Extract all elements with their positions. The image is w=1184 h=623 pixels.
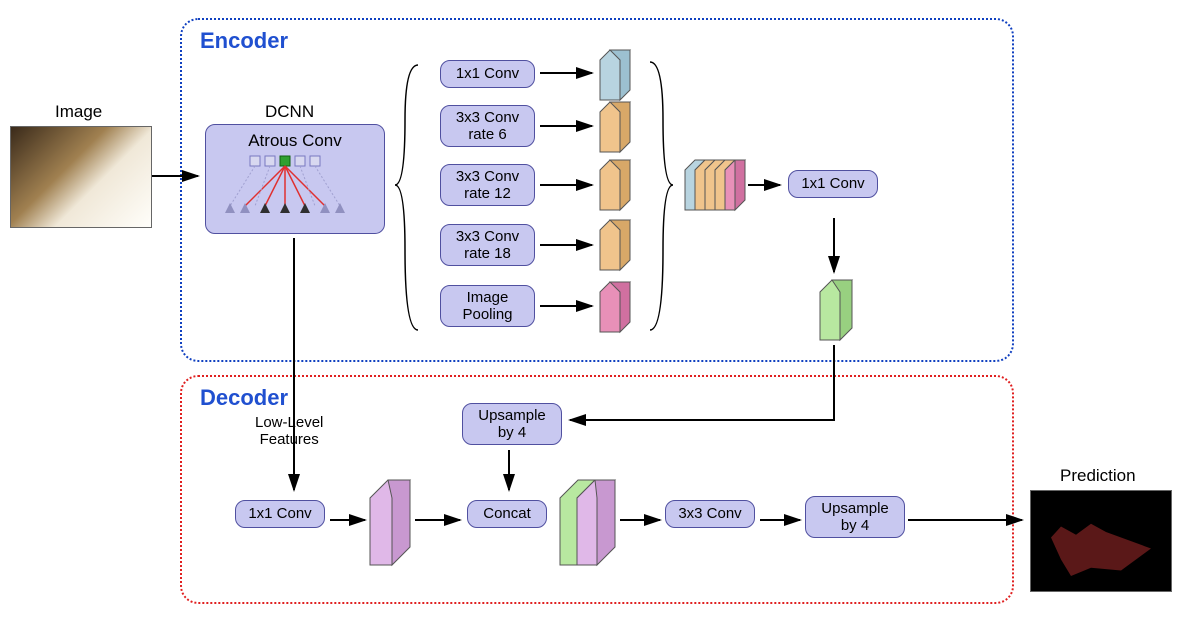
lowlevel-label: Low-LevelFeatures [255, 415, 323, 448]
concat-node: Concat [467, 500, 547, 528]
upsample-by4-a: Upsampleby 4 [462, 403, 562, 445]
conv1x1-a: 1x1 Conv [440, 60, 535, 88]
atrous-illustration-icon [215, 151, 375, 221]
image-label: Image [55, 102, 102, 122]
conv3x3-rate12: 3x3 Convrate 12 [440, 164, 535, 206]
atrous-conv-text: Atrous Conv [248, 131, 342, 151]
encoder-label: Encoder [200, 28, 288, 54]
decoder-label: Decoder [200, 385, 288, 411]
prediction-label: Prediction [1060, 466, 1136, 486]
decoder-region [180, 375, 1014, 604]
prediction-image [1030, 490, 1172, 592]
conv3x3-decoder: 3x3 Conv [665, 500, 755, 528]
conv3x3-rate6: 3x3 Convrate 6 [440, 105, 535, 147]
conv1x1-c: 1x1 Conv [235, 500, 325, 528]
image-pooling: ImagePooling [440, 285, 535, 327]
input-image [10, 126, 152, 228]
upsample-by4-b: Upsampleby 4 [805, 496, 905, 538]
dcnn-label: DCNN [265, 102, 314, 122]
atrous-conv-block: Atrous Conv [205, 124, 385, 234]
conv1x1-b: 1x1 Conv [788, 170, 878, 198]
conv3x3-rate18: 3x3 Convrate 18 [440, 224, 535, 266]
